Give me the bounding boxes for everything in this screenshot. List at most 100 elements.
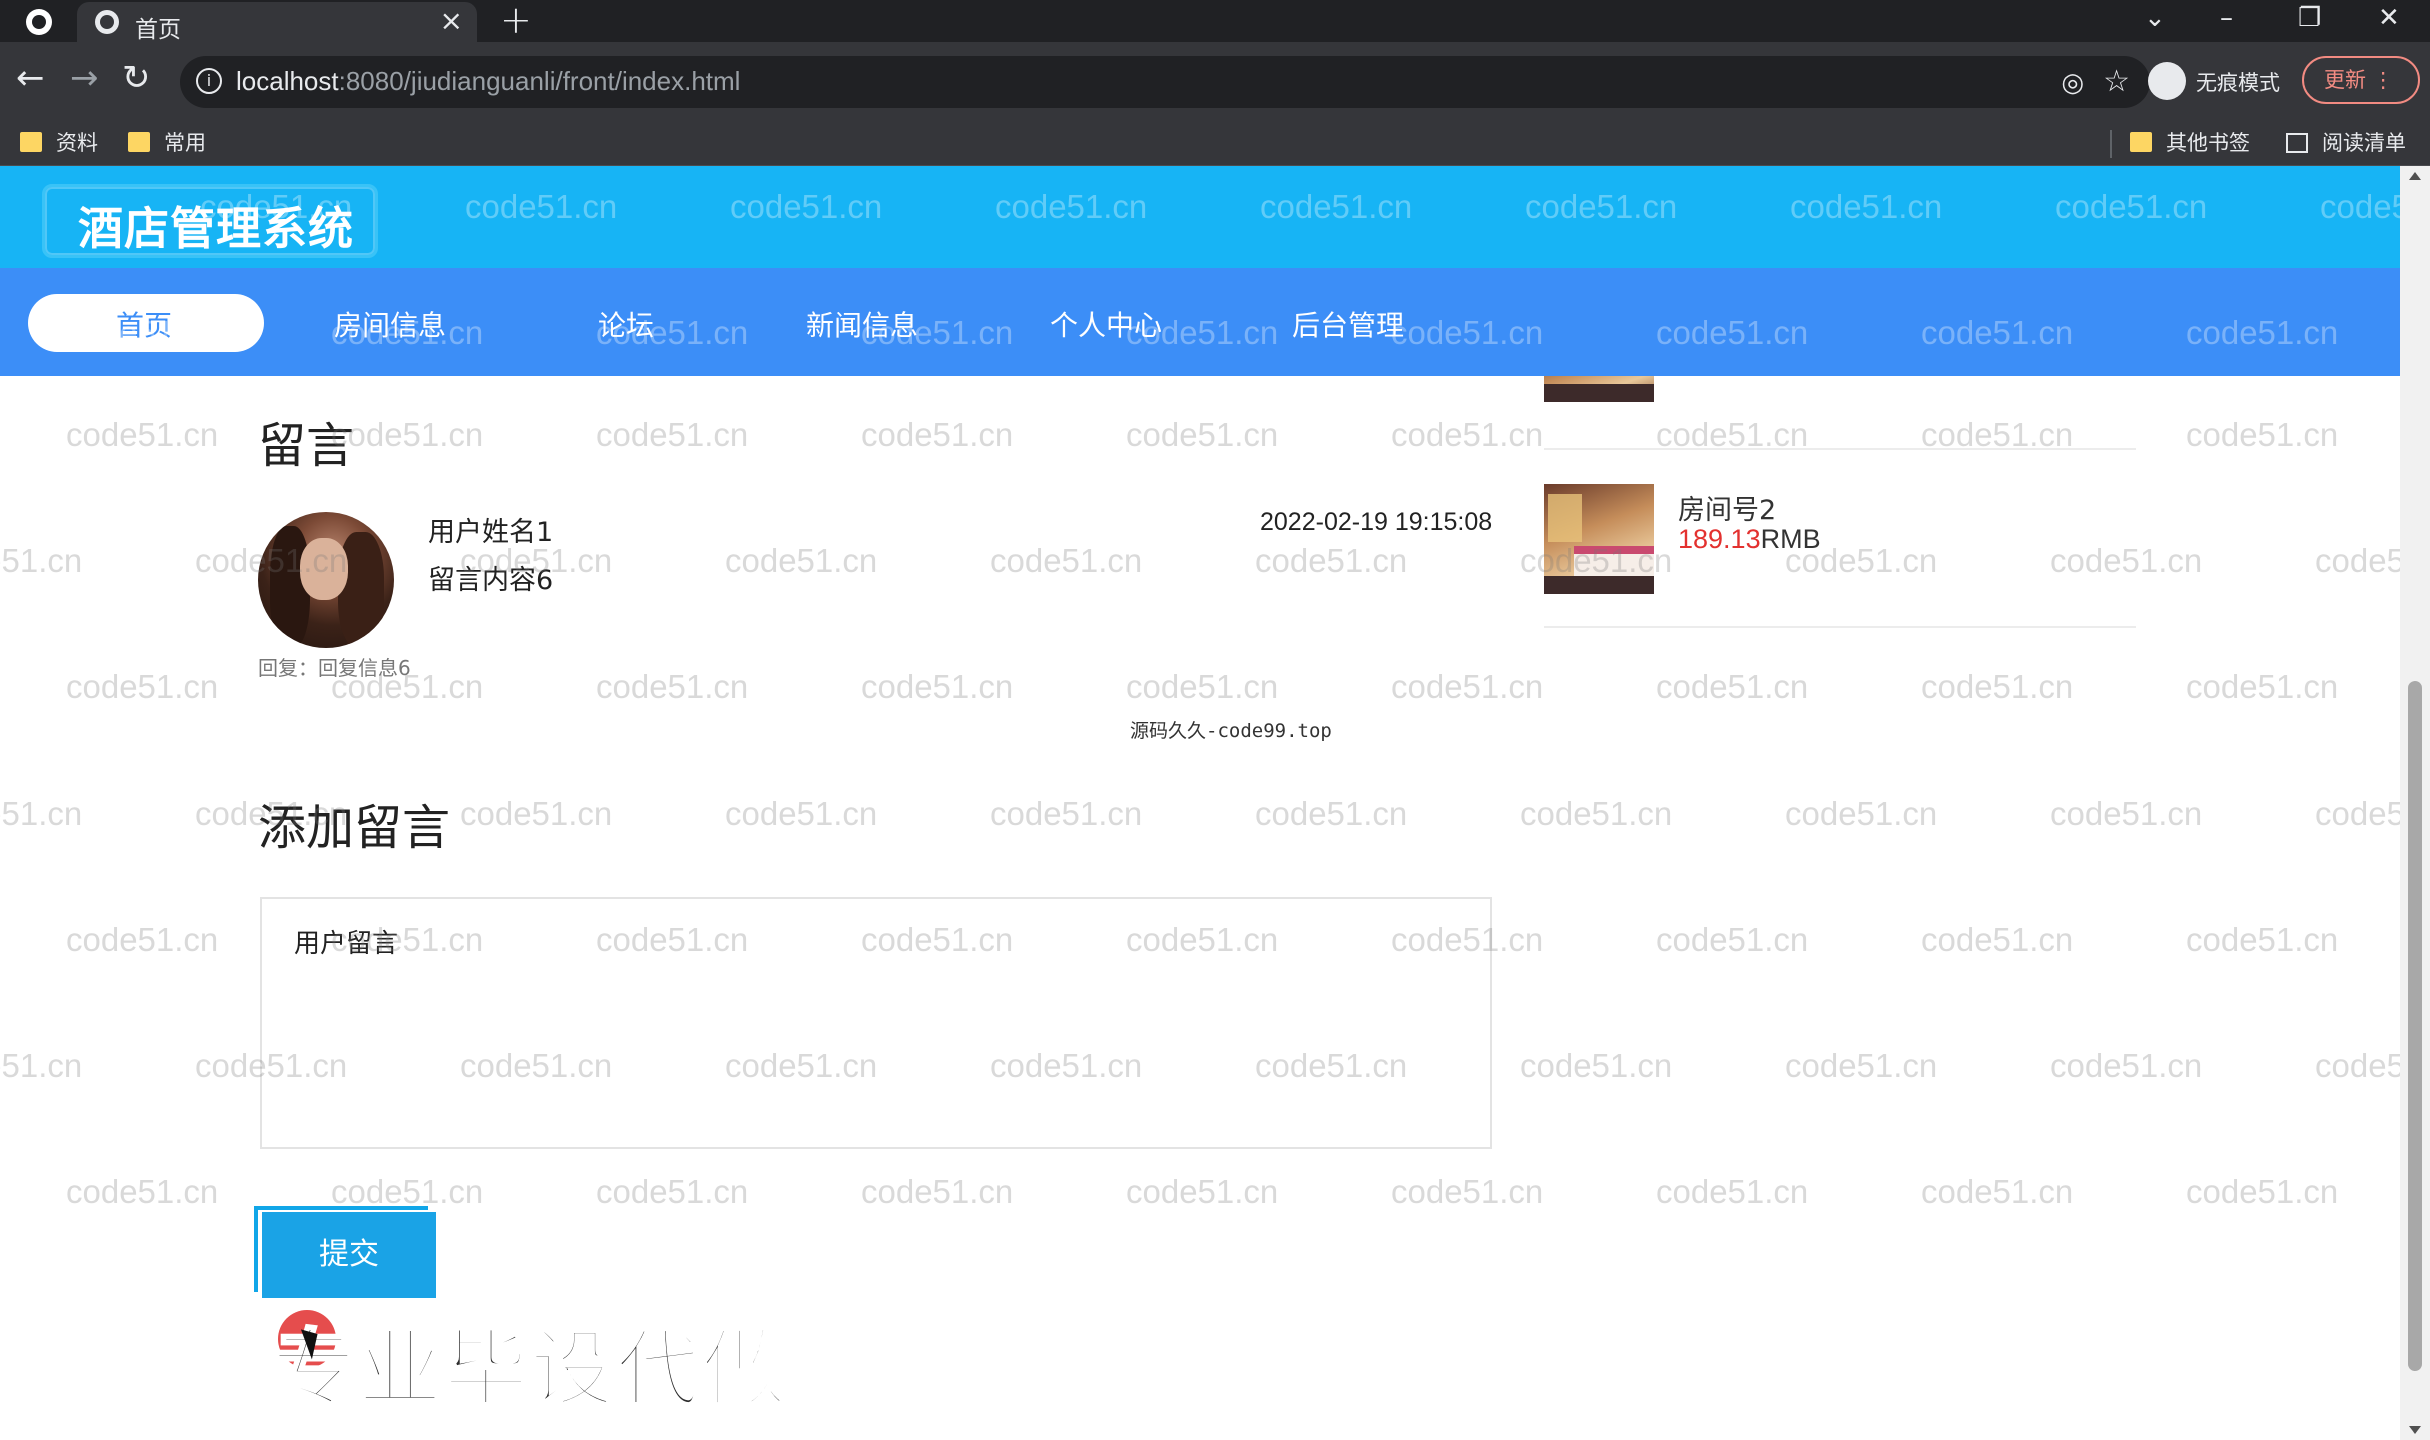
watermark-text: code51.cn xyxy=(2186,1173,2339,1210)
tab-favicon-icon xyxy=(95,10,119,34)
watermark-text: code51.cn xyxy=(1255,542,1408,579)
reload-icon[interactable]: ↻ xyxy=(122,58,151,98)
room-name[interactable]: 房间号2 xyxy=(1678,488,1776,527)
room-thumbnail[interactable] xyxy=(1544,484,1654,594)
window-close-icon[interactable]: ✕ xyxy=(2378,0,2400,36)
room-price: 189.13RMB xyxy=(1678,524,1821,554)
watermark-text: code51.cn xyxy=(596,1173,749,1210)
bookmark-folder-ziliao[interactable]: 资料 xyxy=(20,130,98,158)
watermark-text: code51.cn xyxy=(2315,542,2400,579)
reading-list[interactable]: 阅读清单 xyxy=(2286,130,2406,158)
watermark-text: code51.cn xyxy=(1126,416,1279,453)
room-divider xyxy=(1544,626,2136,628)
watermark-text: code51.cn xyxy=(2050,542,2203,579)
watermark-text: code51.cn xyxy=(0,542,83,579)
url-text[interactable]: localhost:8080/jiudianguanli/front/index… xyxy=(236,66,740,97)
watermark-text: code51.cn xyxy=(1126,668,1279,705)
watermark-text: code51.cn xyxy=(1656,921,1809,958)
other-bookmarks[interactable]: 其他书签 xyxy=(2130,130,2250,158)
watermark-text: code51.cn xyxy=(2186,668,2339,705)
nav-item-home[interactable]: 首页 xyxy=(116,304,172,344)
message-reply: 回复：回复信息6 xyxy=(258,656,411,680)
incognito-icon[interactable] xyxy=(2148,62,2186,100)
watermark-text: code51.cn xyxy=(0,1047,83,1084)
nav-item-admin[interactable]: 后台管理 xyxy=(1292,304,1404,344)
bookmark-folder-changyong[interactable]: 常用 xyxy=(128,130,206,158)
watermark-text: code51.cn xyxy=(861,416,1014,453)
watermark-text: code51.cn xyxy=(990,542,1143,579)
page-viewport: 房间号2 189.13RMB 留言 用户姓名1 留言内容6 2022-02-19… xyxy=(0,166,2400,1440)
folder-icon xyxy=(2130,132,2152,152)
watermark-text: code51.cn xyxy=(1391,416,1544,453)
new-tab-icon[interactable]: + xyxy=(500,0,532,40)
watermark-text: code51.cn xyxy=(1255,795,1408,832)
watermark-text: code51.cn xyxy=(1656,1173,1809,1210)
restore-icon[interactable]: ❐ xyxy=(2298,0,2321,36)
message-content: 留言内容6 xyxy=(428,565,554,596)
reading-list-icon xyxy=(2286,133,2308,153)
watermark-text: code51.cn xyxy=(596,416,749,453)
scroll-down-arrow-icon[interactable] xyxy=(2409,1426,2421,1434)
room-divider xyxy=(1544,448,2136,450)
nav-item-rooms[interactable]: 房间信息 xyxy=(334,304,446,344)
watermark-text: code51.cn xyxy=(1391,668,1544,705)
watermark-text: code51.cn xyxy=(1656,668,1809,705)
bookmarks-bar: 资料 常用 其他书签 阅读清单 xyxy=(0,120,2430,166)
watermark-text: code51.cn xyxy=(460,795,613,832)
watermark-text: code51.cn xyxy=(861,668,1014,705)
message-textarea[interactable] xyxy=(260,897,1492,1149)
page-scrollbar[interactable] xyxy=(2400,166,2430,1440)
watermark-text: code51.cn xyxy=(2315,1047,2400,1084)
nav-item-personal-center[interactable]: 个人中心 xyxy=(1050,304,1162,344)
back-arrow-icon[interactable]: ← xyxy=(16,58,45,98)
address-bar[interactable]: i localhost:8080/jiudianguanli/front/ind… xyxy=(180,56,2150,108)
update-button[interactable]: 更新 ⋮ xyxy=(2302,56,2420,104)
bookmark-separator xyxy=(2110,130,2112,158)
watermark-text: code51.cn xyxy=(66,921,219,958)
incognito-label: 无痕模式 xyxy=(2196,71,2280,95)
tab-close-icon[interactable]: × xyxy=(440,6,463,36)
page-main: 房间号2 189.13RMB 留言 用户姓名1 留言内容6 2022-02-19… xyxy=(0,166,2400,1440)
message-timestamp: 2022-02-19 19:15:08 xyxy=(1260,508,1493,536)
site-info-icon[interactable]: i xyxy=(196,68,222,94)
watermark-text: code51.cn xyxy=(1520,795,1673,832)
watermark-text: code51.cn xyxy=(66,668,219,705)
bookmark-star-icon[interactable]: ☆ xyxy=(2103,64,2130,99)
chevron-down-icon[interactable]: ⌄ xyxy=(2144,0,2166,36)
browser-toolbar: ← → ↻ i localhost:8080/jiudianguanli/fro… xyxy=(0,42,2430,120)
message-username: 用户姓名1 xyxy=(428,517,554,548)
tracking-blocked-icon[interactable]: ◎ xyxy=(2061,68,2084,98)
forward-arrow-icon[interactable]: → xyxy=(70,58,99,98)
watermark-text: code51.cn xyxy=(1520,1047,1673,1084)
site-logo[interactable]: 酒店管理系统 xyxy=(78,192,354,257)
promo-banner-text: 专业毕设代做 xyxy=(270,1319,789,1420)
add-message-title: 添加留言 xyxy=(258,800,451,856)
watermark-text: code51.cn xyxy=(1921,1173,2074,1210)
browser-tab-strip: 首页 × + ⌄ – ❐ ✕ xyxy=(0,0,2430,43)
nav-item-forum[interactable]: 论坛 xyxy=(598,304,654,344)
watermark-text: code51.cn xyxy=(2315,795,2400,832)
folder-icon xyxy=(128,132,150,152)
scrollbar-thumb[interactable] xyxy=(2408,681,2422,1371)
watermark-text: code51.cn xyxy=(2050,1047,2203,1084)
watermark-text: code51.cn xyxy=(596,668,749,705)
source-credit-text: 源码久久-code99.top xyxy=(1130,720,1332,742)
avatar xyxy=(258,512,394,648)
browser-tab[interactable]: 首页 × xyxy=(77,2,477,43)
watermark-text: code51.cn xyxy=(0,795,83,832)
scroll-up-arrow-icon[interactable] xyxy=(2409,172,2421,180)
submit-button[interactable]: 提交 xyxy=(262,1212,436,1298)
watermark-text: code51.cn xyxy=(725,795,878,832)
watermark-text: code51.cn xyxy=(2186,921,2339,958)
watermark-text: code51.cn xyxy=(2050,795,2203,832)
watermark-text: code51.cn xyxy=(1785,795,1938,832)
nav-item-news[interactable]: 新闻信息 xyxy=(806,304,918,344)
watermark-text: code51.cn xyxy=(66,1173,219,1210)
watermark-text: code51.cn xyxy=(1785,1047,1938,1084)
message-section-title: 留言 xyxy=(258,418,355,474)
watermark-text: code51.cn xyxy=(1921,668,2074,705)
minimize-icon[interactable]: – xyxy=(2220,0,2233,36)
browser-menu-icon[interactable] xyxy=(26,9,52,35)
watermark-text: code51.cn xyxy=(990,795,1143,832)
folder-icon xyxy=(20,132,42,152)
